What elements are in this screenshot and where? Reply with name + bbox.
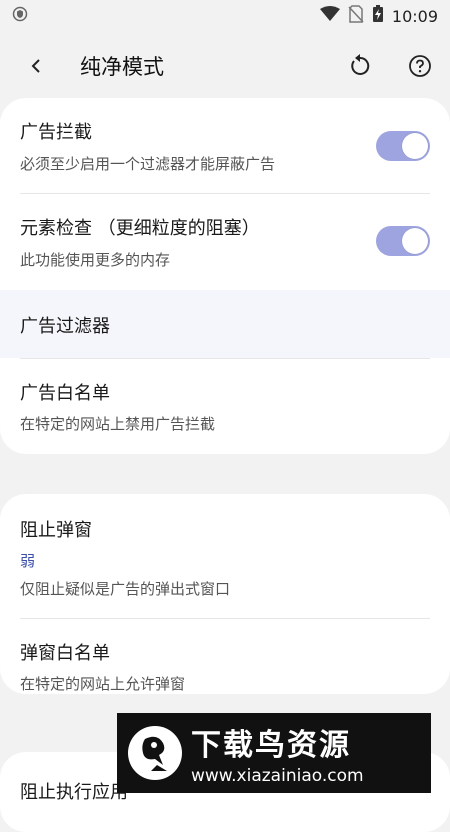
ad-filters-row[interactable]: 广告过滤器 [0, 290, 450, 358]
popup-block-row[interactable]: 阻止弹窗 弱 仅阻止疑似是广告的弹出式窗口 [0, 494, 450, 618]
app-bar: 纯净模式 [0, 36, 450, 96]
popup-settings-card: 阻止弹窗 弱 仅阻止疑似是广告的弹出式窗口 弹窗白名单 在特定的网站上允许弹窗 [0, 494, 450, 694]
watermark-url: www.xiazainiao.com [191, 766, 364, 786]
status-time: 10:09 [391, 6, 438, 26]
element-check-title: 元素检查 （更细粒度的阻塞） [20, 218, 260, 239]
popup-whitelist-row[interactable]: 弹窗白名单 在特定的网站上允许弹窗 [0, 619, 450, 694]
refresh-icon [351, 54, 370, 75]
no-sim-icon [348, 5, 364, 27]
popup-block-title: 阻止弹窗 [20, 520, 92, 541]
popup-whitelist-subtitle: 在特定的网站上允许弹窗 [20, 675, 186, 693]
status-bar: 10:09 [0, 0, 450, 32]
adblock-toggle[interactable] [376, 131, 430, 161]
wifi-icon [319, 6, 340, 26]
adblock-settings-card: 广告拦截 必须至少启用一个过滤器才能屏蔽广告 元素检查 （更细粒度的阻塞） 此功… [0, 98, 450, 454]
ad-whitelist-row[interactable]: 广告白名单 在特定的网站上禁用广告拦截 [0, 359, 450, 454]
popup-block-value: 弱 [20, 552, 36, 570]
element-check-subtitle: 此功能使用更多的内存 [20, 251, 171, 269]
reset-button[interactable] [346, 52, 374, 80]
popup-block-subtitle: 仅阻止疑似是广告的弹出式窗口 [20, 580, 231, 598]
adblock-subtitle: 必须至少启用一个过滤器才能屏蔽广告 [20, 155, 276, 173]
back-button[interactable] [22, 52, 50, 80]
adblock-title: 广告拦截 [20, 122, 92, 143]
ad-whitelist-title: 广告白名单 [20, 383, 110, 404]
page-title: 纯净模式 [80, 55, 164, 79]
block-apps-title: 阻止执行应用 [20, 782, 128, 803]
watermark-title: 下载鸟资源 [191, 728, 351, 763]
adblock-row[interactable]: 广告拦截 必须至少启用一个过滤器才能屏蔽广告 [0, 98, 450, 193]
shield-notification-icon [12, 6, 28, 26]
toggle-knob [402, 228, 428, 254]
element-check-row[interactable]: 元素检查 （更细粒度的阻塞） 此功能使用更多的内存 [0, 194, 450, 290]
element-check-toggle[interactable] [376, 226, 430, 256]
popup-whitelist-title: 弹窗白名单 [20, 643, 110, 664]
ad-whitelist-subtitle: 在特定的网站上禁用广告拦截 [20, 415, 216, 433]
toggle-knob [402, 133, 428, 159]
help-icon [409, 55, 431, 77]
bird-logo-icon [128, 726, 182, 780]
battery-charging-icon [372, 5, 384, 27]
chevron-left-icon [31, 59, 40, 73]
watermark-banner: 下载鸟资源 www.xiazainiao.com [117, 713, 431, 793]
help-button[interactable] [406, 52, 434, 80]
ad-filters-title: 广告过滤器 [20, 316, 110, 337]
